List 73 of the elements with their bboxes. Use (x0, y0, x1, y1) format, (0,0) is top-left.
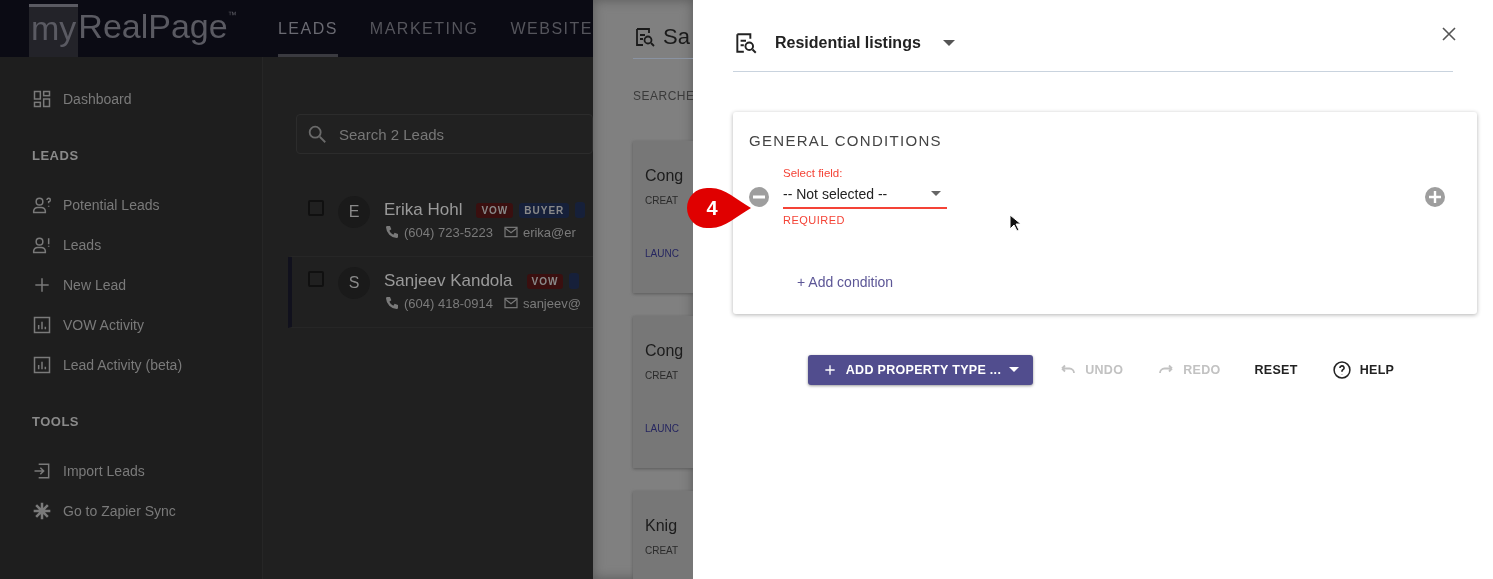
card-title: Cong (645, 342, 685, 360)
tag: VOW (476, 202, 514, 218)
import-icon (32, 461, 52, 481)
card-title: Knig (645, 517, 679, 535)
section-title: TOOLS (32, 413, 81, 431)
tag: BUYER (519, 202, 570, 218)
lead-row[interactable]: E Erika Hohl VOW BUYER (604) 723-5223 erika@er (288, 186, 593, 257)
nav-tab[interactable]: MARKETING (369, 0, 479, 57)
phone-icon (384, 295, 400, 311)
search-card[interactable]: Cong CREAT LAUNC (633, 141, 693, 293)
error-text: REQUIRED (783, 214, 847, 226)
search-field[interactable]: Search 2 Leads (296, 114, 593, 154)
sidebar-item[interactable]: Leads (32, 225, 262, 265)
nav-tab[interactable]: WEBSITE (510, 0, 593, 57)
email-address: erika@er (522, 224, 576, 240)
sidebar-item[interactable]: New Lead (32, 265, 262, 305)
search-icon (306, 123, 328, 145)
card-title: Cong (645, 167, 685, 185)
sidebar-item[interactable]: Dashboard (32, 79, 262, 119)
asterisk-icon (32, 501, 52, 521)
listing-type-title[interactable]: Residential listings (775, 34, 921, 52)
remove-button[interactable] (749, 186, 769, 207)
search-list-icon (733, 30, 759, 56)
add-condition-link[interactable]: + Add condition (797, 274, 894, 290)
mail-icon (502, 224, 519, 240)
minus-icon (753, 194, 765, 199)
dashboard-icon (32, 89, 52, 109)
add-property-type-button[interactable]: ADD PROPERTY TYPE ... (807, 355, 1034, 385)
field-label: Select field: (783, 167, 844, 179)
tag: VOW (526, 273, 564, 289)
logo[interactable]: myRealPage™ (29, 0, 247, 57)
lead-name: Sanjeev Kandola (384, 271, 513, 291)
cursor-icon (1009, 214, 1021, 232)
launch-link[interactable]: LAUNC (645, 423, 693, 434)
search-card[interactable]: Cong CREAT LAUNC (633, 316, 693, 468)
add-button[interactable] (1425, 186, 1445, 207)
bar-chart-icon (32, 315, 52, 335)
phone-icon (384, 224, 400, 240)
close-icon (1441, 26, 1457, 42)
mail-icon (502, 295, 519, 311)
toolbar-button[interactable]: RESET (1246, 357, 1306, 383)
plus-icon (32, 275, 52, 295)
bar-chart-icon (32, 355, 52, 375)
sidebar-item[interactable]: VOW Activity (32, 305, 262, 345)
select-field[interactable]: -- Not selected -- (783, 181, 947, 209)
caret-icon[interactable] (942, 39, 955, 47)
search-list-icon (633, 25, 657, 49)
person-alert-icon (32, 235, 52, 255)
caret-icon (931, 191, 941, 197)
lead-name: Erika Hohl (384, 200, 463, 220)
panel-title: Sa (663, 24, 690, 50)
sidebar-item[interactable]: Potential Leads (32, 185, 262, 225)
avatar: E (338, 196, 370, 228)
sidebar-item[interactable]: Go to Zapier Sync (32, 491, 262, 531)
caret-icon (1009, 367, 1020, 373)
card-meta: CREAT (645, 195, 680, 206)
sidebar-item[interactable]: Import Leads (32, 451, 262, 491)
search-card[interactable]: Knig CREAT (633, 491, 693, 579)
help-icon (1331, 360, 1352, 380)
section-title: LEADS (32, 147, 80, 165)
phone-number: (604) 723-5223 (404, 224, 493, 240)
email-address: sanjeev@ (522, 295, 581, 311)
plus-icon (1429, 190, 1441, 203)
card-meta: CREAT (645, 370, 680, 381)
card-title: GENERAL CONDITIONS (749, 132, 943, 149)
toolbar-button[interactable]: HELP (1323, 354, 1403, 386)
card-meta: CREAT (645, 545, 680, 556)
phone-number: (604) 418-0914 (404, 295, 493, 311)
step-callout: 4 (687, 188, 751, 228)
sidebar-item[interactable]: Lead Activity (beta) (32, 345, 262, 385)
launch-link[interactable]: LAUNC (645, 248, 693, 259)
person-question-icon (32, 195, 52, 215)
avatar: S (338, 267, 370, 299)
